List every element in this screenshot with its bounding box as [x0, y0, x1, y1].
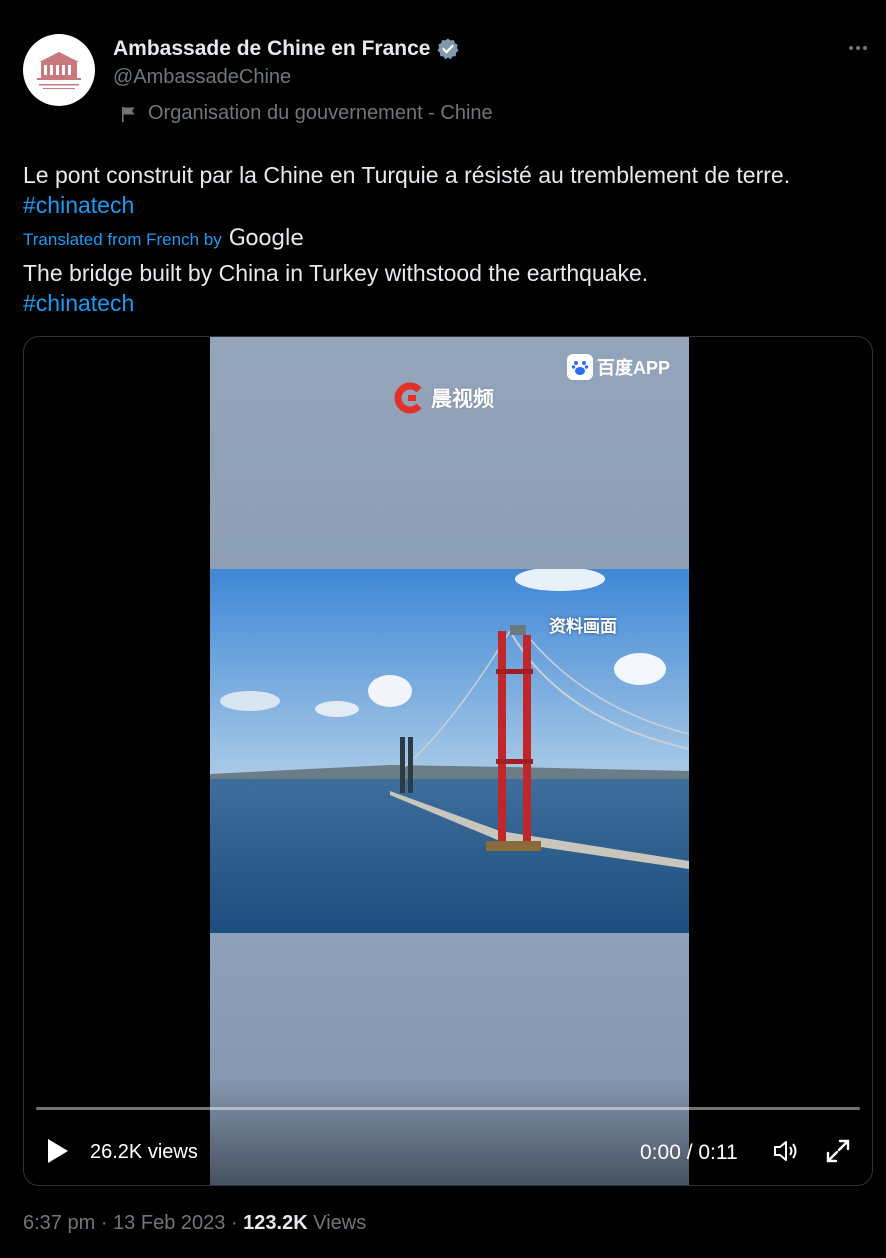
baidu-paw-icon [567, 354, 593, 380]
google-logo: Google [228, 226, 304, 251]
video-caption-overlay: 资料画面 [549, 617, 617, 636]
original-text: Le pont construit par la Chine en Turqui… [23, 162, 791, 188]
flag-icon [120, 105, 138, 123]
embassy-logo-icon [37, 52, 81, 89]
tweet-translated-text: The bridge built by China in Turkey with… [23, 258, 863, 318]
hashtag-link[interactable]: #chinatech [23, 290, 134, 316]
avatar[interactable] [23, 34, 95, 106]
baidu-app-label: 百度APP [597, 358, 671, 378]
tweet-meta: 6:37 pm · 13 Feb 2023 · 123.2K Views [23, 1212, 366, 1235]
tweet-original-text: Le pont construit par la Chine en Turqui… [23, 160, 863, 220]
author-name-row[interactable]: Ambassade de Chine en France [113, 35, 460, 63]
views-label: Views [313, 1212, 367, 1234]
video-controls: 26.2K views 0:00 / 0:11 [24, 1077, 872, 1185]
video-frame: 百度APP 晨视频 资料画面 [210, 337, 689, 1185]
video-time: 0:00 / 0:11 [640, 1141, 738, 1164]
meta-separator: · [225, 1212, 244, 1234]
volume-icon[interactable] [772, 1137, 800, 1165]
views-count: 123.2K [243, 1212, 308, 1234]
bridge-scene: 资料画面 [210, 569, 689, 933]
translation-attribution[interactable]: Translated from French by Google [23, 226, 304, 251]
video-player[interactable]: 百度APP 晨视频 资料画面 26.2K views 0:00 / 0:11 [23, 336, 873, 1186]
tweet-time[interactable]: 6:37 pm [23, 1212, 95, 1235]
tweet-date[interactable]: 13 Feb 2023 [113, 1212, 225, 1235]
translated-label: Translated from French by [23, 230, 222, 249]
video-views: 26.2K views [90, 1141, 198, 1163]
more-dots-icon[interactable] [845, 36, 871, 60]
verified-badge-icon[interactable] [436, 37, 460, 61]
author-name[interactable]: Ambassade de Chine en France [113, 37, 430, 61]
progress-bar[interactable] [36, 1107, 860, 1110]
hashtag-link[interactable]: #chinatech [23, 192, 134, 218]
meta-separator: · [95, 1212, 114, 1234]
affiliation-label: Organisation du gouvernement - Chine [120, 102, 493, 125]
affiliation-text: Organisation du gouvernement - Chine [148, 102, 493, 124]
channel-watermark: 晨视频 [393, 381, 494, 415]
channel-logo-icon [394, 382, 422, 414]
channel-label: 晨视频 [431, 388, 494, 411]
fullscreen-icon[interactable] [824, 1137, 852, 1165]
baidu-watermark: 百度APP [567, 354, 670, 380]
author-handle[interactable]: @AmbassadeChine [113, 66, 291, 89]
play-icon[interactable] [46, 1137, 70, 1165]
translated-text: The bridge built by China in Turkey with… [23, 260, 649, 286]
